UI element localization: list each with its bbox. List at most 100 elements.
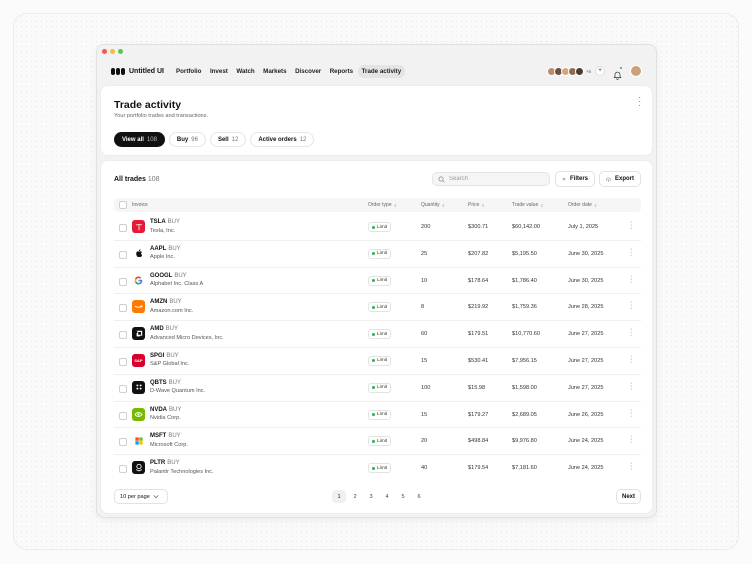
quantity-cell: 40 — [421, 465, 428, 472]
row-actions-icon[interactable]: · · · — [630, 219, 632, 232]
row-actions-icon[interactable]: · · · — [630, 353, 632, 366]
ticker: TSLA BUY — [150, 219, 181, 225]
ticker: AMD BUY — [150, 326, 179, 333]
row-checkbox[interactable] — [119, 357, 127, 366]
search-input[interactable] — [449, 176, 544, 182]
row-checkbox[interactable] — [119, 331, 127, 340]
company-name: S&P Global Inc. — [150, 361, 190, 368]
price-cell: $179.51 — [468, 331, 489, 338]
sort-icon: ⇕ — [441, 202, 445, 208]
close-window-button[interactable] — [102, 49, 107, 54]
row-checkbox[interactable] — [119, 465, 127, 474]
tab-sell[interactable]: Sell 12 — [209, 132, 247, 147]
quantity-cell: 25 — [421, 250, 428, 257]
window-controls — [102, 49, 123, 54]
trades-card: All trades 108 Filters Export Invoice Or… — [100, 160, 653, 514]
nav-item-watch[interactable]: Watch — [232, 65, 258, 78]
page-button[interactable]: 5 — [396, 490, 410, 503]
add-member-button[interactable]: + — [595, 66, 605, 76]
per-page-select[interactable]: 10 per page — [114, 489, 168, 504]
row-actions-icon[interactable]: · · · — [630, 407, 632, 420]
minimize-window-button[interactable] — [110, 49, 115, 54]
brand[interactable]: Untitled UI — [111, 67, 164, 75]
maximize-window-button[interactable] — [118, 49, 123, 54]
column-header-quantity[interactable]: Quantity ⇕ — [421, 202, 445, 208]
row-actions-icon[interactable]: · · · — [630, 380, 632, 393]
chevron-down-icon — [153, 495, 159, 499]
table-row[interactable]: AMD BUY Advanced Micro Devices, Inc. Limi… — [114, 321, 641, 348]
table-row[interactable]: QBTS BUY D-Wave Quantum Inc. Limit 100 $1… — [114, 375, 641, 402]
row-actions-icon[interactable]: · · · — [630, 433, 632, 446]
row-checkbox[interactable] — [119, 277, 127, 286]
filters-button[interactable]: Filters — [555, 171, 595, 187]
company-name: D-Wave Quantum Inc. — [150, 388, 206, 395]
company-name: Amazon.com Inc. — [150, 307, 194, 314]
table-row[interactable]: NVDA BUY Nvidia Corp. Limit 15 $179.27 $2… — [114, 402, 641, 429]
trade-side: BUY — [167, 460, 180, 467]
tab-active-orders[interactable]: Active orders 12 — [250, 132, 315, 147]
quantity-cell: 15 — [421, 357, 428, 364]
quantity-cell: 15 — [421, 411, 428, 418]
row-checkbox[interactable] — [119, 384, 127, 393]
nav-item-discover[interactable]: Discover — [291, 65, 325, 78]
table-row[interactable]: AMZN BUY Amazon.com Inc. Limit 8 $219.92 … — [114, 294, 641, 322]
row-checkbox[interactable] — [119, 438, 127, 447]
trade-value-cell: $1,759.36 — [512, 304, 537, 311]
page-button[interactable]: 4 — [380, 490, 394, 503]
order-date-cell: June 28, 2025 — [568, 304, 604, 311]
table-row[interactable]: S&P SPGI BUY S&P Global Inc. Limit 15 $53… — [114, 348, 641, 375]
trade-value-cell: $1,598.00 — [512, 384, 537, 391]
column-header-invoice[interactable]: Invoice — [132, 202, 148, 208]
column-header-order-type[interactable]: Order type ⇕ — [368, 202, 397, 208]
row-checkbox[interactable] — [119, 411, 127, 420]
row-checkbox[interactable] — [119, 304, 127, 313]
avatar-group[interactable]: +5 — [546, 66, 591, 76]
page-button[interactable]: 2 — [348, 490, 362, 503]
row-actions-icon[interactable]: · · · — [630, 273, 632, 286]
price-cell: $207.82 — [468, 250, 489, 257]
row-actions-icon[interactable]: · · · — [630, 246, 632, 259]
tab-label: View all — [122, 136, 144, 143]
nav-item-invest[interactable]: Invest — [206, 65, 232, 78]
nav-item-portfolio[interactable]: Portfolio — [172, 65, 205, 78]
select-all-checkbox[interactable] — [119, 201, 127, 209]
ticker: AMZN BUY — [150, 299, 182, 306]
trade-value-cell: $7,956.15 — [512, 357, 537, 364]
table-row[interactable]: MSFT BUY Microsoft Corp. Limit 20 $498.84… — [114, 428, 641, 456]
trade-value-cell: $5,195.50 — [512, 250, 537, 257]
table-row[interactable]: GOOGL BUY Alphabet Inc. Class A Limit 10 … — [114, 268, 641, 295]
column-header-order-date[interactable]: Order date ⇕ — [568, 202, 597, 208]
row-checkbox[interactable] — [119, 224, 127, 232]
table-title-count: 108 — [147, 176, 160, 183]
order-type-badge: Limit — [368, 248, 392, 259]
page-button[interactable]: 3 — [364, 490, 378, 503]
tab-view-all[interactable]: View all 108 — [114, 132, 165, 147]
company-name: Advanced Micro Devices, Inc. — [150, 334, 224, 341]
user-avatar[interactable] — [630, 65, 642, 77]
row-actions-icon[interactable]: · · · — [630, 299, 632, 312]
table-row[interactable]: AAPL BUY Apple Inc. Limit 25 $207.82 $5,1… — [114, 241, 641, 268]
nav-item-trade-activity[interactable]: Trade activity — [357, 64, 406, 78]
column-header-price[interactable]: Price ⇕ — [468, 202, 485, 208]
row-actions-icon[interactable]: · · · — [630, 460, 632, 473]
nav-item-reports[interactable]: Reports — [326, 65, 357, 78]
price-cell: $219.92 — [468, 304, 489, 311]
more-options-icon[interactable]: · · · — [638, 94, 641, 110]
table-row[interactable]: PLTR BUY Palantir Technologies Inc. Limit… — [114, 455, 641, 482]
tab-buy[interactable]: Buy 96 — [168, 132, 206, 147]
company-name: Tesla, Inc. — [150, 227, 176, 234]
export-button[interactable]: Export — [599, 171, 641, 187]
next-page-button[interactable]: Next — [616, 489, 641, 504]
page-subtitle: Your portfolio trades and transactions. — [114, 113, 209, 119]
order-type-badge: Limit — [368, 463, 392, 474]
trade-side: BUY — [168, 245, 181, 252]
row-checkbox[interactable] — [119, 250, 127, 259]
page-button[interactable]: 1 — [332, 490, 346, 503]
table-row[interactable]: TSLA BUY Tesla, Inc. Limit 200 $300.71 $6… — [114, 214, 641, 241]
column-header-trade-value[interactable]: Trade value ⇕ — [512, 202, 544, 208]
row-actions-icon[interactable]: · · · — [630, 326, 632, 339]
nav-item-markets[interactable]: Markets — [259, 65, 290, 78]
page-button[interactable]: 6 — [412, 490, 426, 503]
notifications-button[interactable] — [613, 65, 623, 80]
tab-label: Active orders — [258, 136, 297, 143]
